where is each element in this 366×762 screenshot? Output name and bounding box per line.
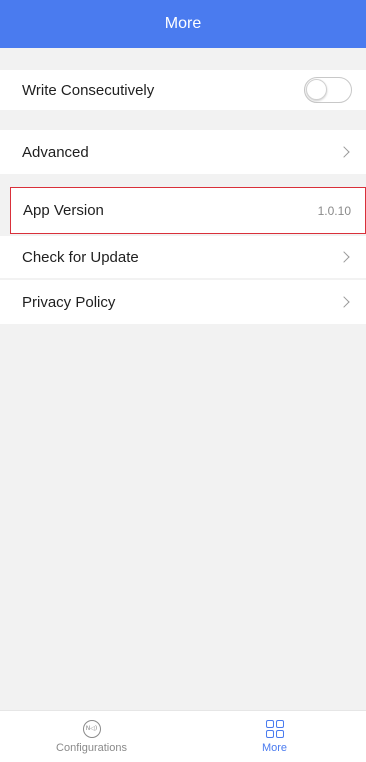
chevron-right-icon: [338, 146, 350, 158]
check-update-row[interactable]: Check for Update: [0, 236, 366, 278]
write-consecutively-toggle[interactable]: [304, 77, 352, 103]
check-update-label: Check for Update: [22, 248, 139, 266]
chevron-right-icon: [338, 296, 350, 308]
tab-configurations-label: Configurations: [56, 741, 127, 754]
write-consecutively-row: Write Consecutively: [0, 70, 366, 110]
top-bar: More: [0, 0, 366, 48]
privacy-policy-label: Privacy Policy: [22, 293, 116, 311]
bottom-tab-bar: N◁) Configurations More: [0, 710, 366, 762]
nfc-icon: N◁): [82, 719, 101, 738]
app-version-label: App Version: [23, 202, 104, 219]
toggle-knob: [306, 79, 327, 100]
tab-more[interactable]: More: [183, 711, 366, 762]
page-title: More: [164, 15, 202, 32]
advanced-row[interactable]: Advanced: [0, 130, 366, 174]
chevron-right-icon: [338, 251, 350, 263]
app-version-row: App Version 1.0.10: [10, 187, 366, 234]
tab-more-label: More: [261, 741, 288, 754]
advanced-label: Advanced: [22, 143, 89, 161]
app-version-value: 1.0.10: [317, 203, 351, 218]
tab-configurations[interactable]: N◁) Configurations: [0, 711, 183, 762]
privacy-policy-row[interactable]: Privacy Policy: [0, 280, 366, 324]
grid-icon: [265, 719, 284, 738]
write-consecutively-label: Write Consecutively: [22, 81, 155, 99]
